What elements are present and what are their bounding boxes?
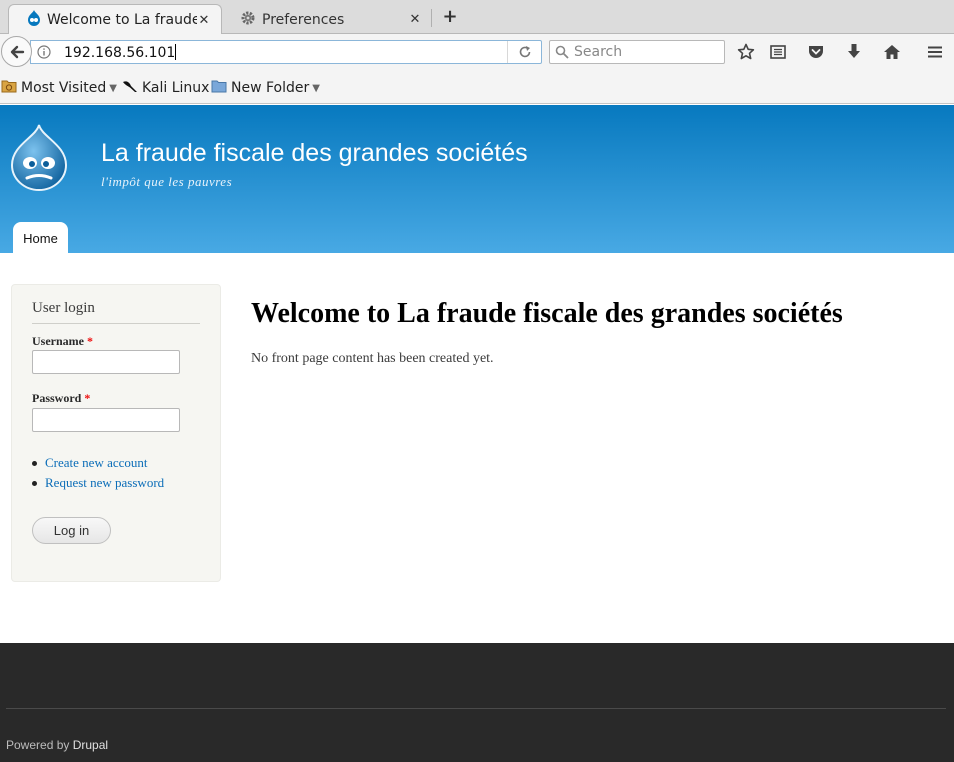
password-field[interactable] bbox=[32, 408, 180, 432]
site-name[interactable]: La fraude fiscale des grandes sociétés bbox=[101, 139, 528, 168]
search-icon bbox=[555, 45, 569, 63]
request-password-link[interactable]: Request new password bbox=[45, 475, 164, 491]
footer-divider bbox=[6, 708, 946, 709]
tab-separator bbox=[431, 9, 432, 27]
password-label: Password * bbox=[32, 391, 90, 406]
create-account-link[interactable]: Create new account bbox=[45, 455, 148, 471]
gear-icon bbox=[240, 10, 256, 30]
required-marker: * bbox=[84, 391, 91, 405]
menu-icon[interactable] bbox=[924, 42, 946, 62]
new-tab-plus-icon[interactable]: + bbox=[440, 6, 460, 28]
list-item: Create new account bbox=[32, 453, 164, 473]
folder-most-visited-icon bbox=[1, 79, 17, 97]
tab-title: Welcome to La fraude... bbox=[47, 12, 197, 28]
page-title: Welcome to La fraude fiscale des grandes… bbox=[251, 298, 843, 329]
front-page-message: No front page content has been created y… bbox=[251, 351, 494, 366]
powered-by-prefix: Powered by bbox=[6, 738, 70, 752]
user-login-block: User login Username * Password * Create ne… bbox=[11, 284, 221, 582]
close-tab-icon[interactable]: ✕ bbox=[408, 12, 422, 27]
search-input[interactable]: Search bbox=[549, 40, 725, 64]
bookmark-label: New Folder bbox=[231, 80, 310, 96]
star-icon[interactable] bbox=[735, 42, 757, 62]
login-links: Create new account Request new password bbox=[32, 453, 164, 493]
site-footer: Powered by Drupal bbox=[0, 643, 954, 762]
drupal-logo-icon[interactable] bbox=[8, 123, 70, 195]
bookmark-new-folder[interactable]: New Folder ▼ bbox=[211, 79, 320, 97]
required-marker: * bbox=[86, 334, 93, 348]
bookmark-kali-linux[interactable]: Kali Linux bbox=[122, 79, 209, 97]
folder-icon bbox=[211, 79, 227, 97]
drupal-link[interactable]: Drupal bbox=[73, 738, 108, 752]
tab-title: Preferences bbox=[262, 11, 345, 28]
site-header: La fraude fiscale des grandes sociétés l… bbox=[0, 105, 954, 254]
password-label-text: Password bbox=[32, 391, 82, 405]
chevron-down-icon: ▼ bbox=[109, 82, 117, 94]
navigation-toolbar: 192.168.56.101 Search bbox=[0, 34, 954, 70]
back-button[interactable] bbox=[1, 36, 32, 67]
log-in-button[interactable]: Log in bbox=[32, 517, 111, 544]
url-bar[interactable]: 192.168.56.101 bbox=[30, 40, 542, 64]
home-icon[interactable] bbox=[881, 42, 903, 62]
drupal-favicon-icon bbox=[27, 10, 41, 30]
site-slogan: l'impôt que les pauvres bbox=[101, 174, 233, 189]
tab-welcome[interactable]: Welcome to La fraude... ✕ bbox=[8, 4, 222, 35]
back-arrow-icon bbox=[10, 45, 24, 58]
list-item: Request new password bbox=[32, 473, 164, 493]
username-field[interactable] bbox=[32, 350, 180, 374]
bookmarks-toolbar: Most Visited ▼ Kali Linux New Folder ▼ bbox=[0, 70, 954, 104]
download-icon[interactable] bbox=[843, 42, 865, 62]
bookmark-most-visited[interactable]: Most Visited ▼ bbox=[1, 79, 117, 97]
username-label: Username * bbox=[32, 334, 93, 349]
powered-by: Powered by Drupal bbox=[6, 738, 108, 752]
reload-icon[interactable] bbox=[507, 41, 541, 63]
bookmark-label: Kali Linux bbox=[142, 80, 210, 96]
url-value: 192.168.56.101 bbox=[64, 45, 176, 61]
username-label-text: Username bbox=[32, 334, 84, 348]
search-placeholder: Search bbox=[574, 44, 623, 60]
tab-bar: Welcome to La fraude... ✕ Preferences ✕ … bbox=[0, 0, 954, 35]
kali-dragon-icon bbox=[122, 79, 138, 97]
tab-preferences[interactable]: Preferences ✕ bbox=[222, 4, 432, 35]
reading-list-icon[interactable] bbox=[767, 42, 789, 62]
info-icon[interactable] bbox=[37, 45, 51, 59]
bookmark-label: Most Visited bbox=[21, 80, 107, 96]
block-title: User login bbox=[32, 300, 200, 324]
chevron-down-icon: ▼ bbox=[312, 82, 320, 94]
url-text[interactable]: 192.168.56.101 bbox=[64, 44, 177, 61]
nav-home-tab[interactable]: Home bbox=[13, 222, 68, 254]
pocket-icon[interactable] bbox=[805, 42, 827, 62]
close-tab-icon[interactable]: ✕ bbox=[197, 13, 211, 28]
